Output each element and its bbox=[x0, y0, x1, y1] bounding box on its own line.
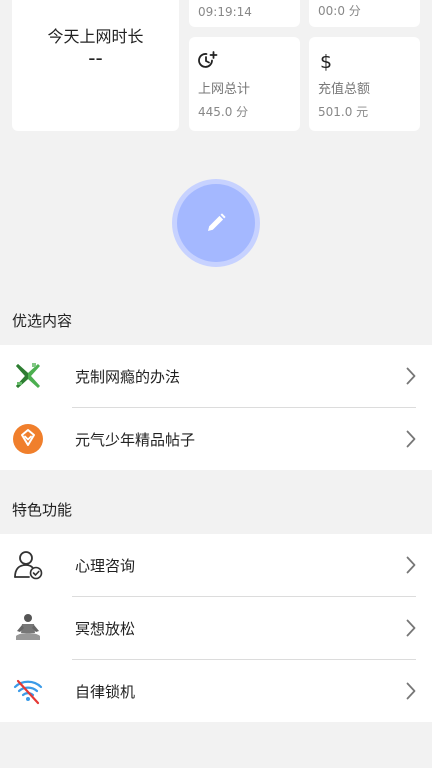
list-item-label: 克制网瘾的办法 bbox=[75, 368, 181, 386]
features-list: 心理咨询 冥想放松 自律锁机 bbox=[0, 534, 432, 722]
svg-text:$: $ bbox=[320, 51, 332, 72]
chevron-right-icon bbox=[406, 556, 416, 574]
featured-section-title: 优选内容 bbox=[12, 312, 73, 330]
dollar-icon: $ bbox=[320, 51, 332, 72]
today-online-card: 今天上网时长 -- bbox=[12, 0, 179, 131]
green-x-icon bbox=[16, 363, 40, 388]
chevron-right-icon bbox=[406, 430, 416, 448]
recharge-total-label: 充值总额 bbox=[318, 82, 371, 97]
online-total-value: 445.0 分 bbox=[198, 105, 249, 119]
partial-stat-card: 09:19:14 bbox=[189, 0, 300, 27]
list-item-meditation[interactable]: 冥想放松 bbox=[0, 597, 432, 659]
features-section-title: 特色功能 bbox=[12, 501, 73, 519]
today-online-value: -- bbox=[88, 46, 103, 70]
clock-plus-icon bbox=[198, 51, 218, 68]
online-total-card: 上网总计 445.0 分 bbox=[189, 37, 300, 131]
list-item-label: 冥想放松 bbox=[75, 620, 136, 638]
chevron-right-icon bbox=[406, 367, 416, 385]
partial-stat-value: 09:19:14 bbox=[198, 5, 252, 19]
list-item-label: 元气少年精品帖子 bbox=[75, 431, 196, 449]
partial-stat-card: 00:0 分 bbox=[309, 0, 420, 27]
list-item-premium-posts[interactable]: 元气少年精品帖子 bbox=[0, 408, 432, 470]
recharge-total-card: $ 充值总额 501.0 元 bbox=[309, 37, 420, 131]
list-item-self-lock[interactable]: 自律锁机 bbox=[0, 660, 432, 722]
list-item-label: 自律锁机 bbox=[75, 683, 136, 701]
list-item-counseling[interactable]: 心理咨询 bbox=[0, 534, 432, 596]
list-item-label: 心理咨询 bbox=[75, 557, 136, 575]
chevron-right-icon bbox=[406, 682, 416, 700]
partial-stat-value: 00:0 分 bbox=[318, 4, 361, 18]
recharge-total-value: 501.0 元 bbox=[318, 105, 369, 119]
orange-diamond-badge-icon bbox=[13, 424, 43, 454]
pencil-icon bbox=[208, 213, 226, 231]
meditation-icon bbox=[16, 614, 40, 640]
today-online-title: 今天上网时长 bbox=[47, 27, 144, 46]
online-total-label: 上网总计 bbox=[198, 82, 251, 97]
chevron-right-icon bbox=[406, 619, 416, 637]
edit-fab-button[interactable] bbox=[177, 184, 255, 262]
person-check-icon bbox=[14, 551, 43, 580]
wifi-lock-icon bbox=[13, 679, 43, 705]
list-item-overcome-addiction[interactable]: 克制网瘾的办法 bbox=[0, 345, 432, 407]
featured-list: 克制网瘾的办法 元气少年精品帖子 bbox=[0, 345, 432, 470]
